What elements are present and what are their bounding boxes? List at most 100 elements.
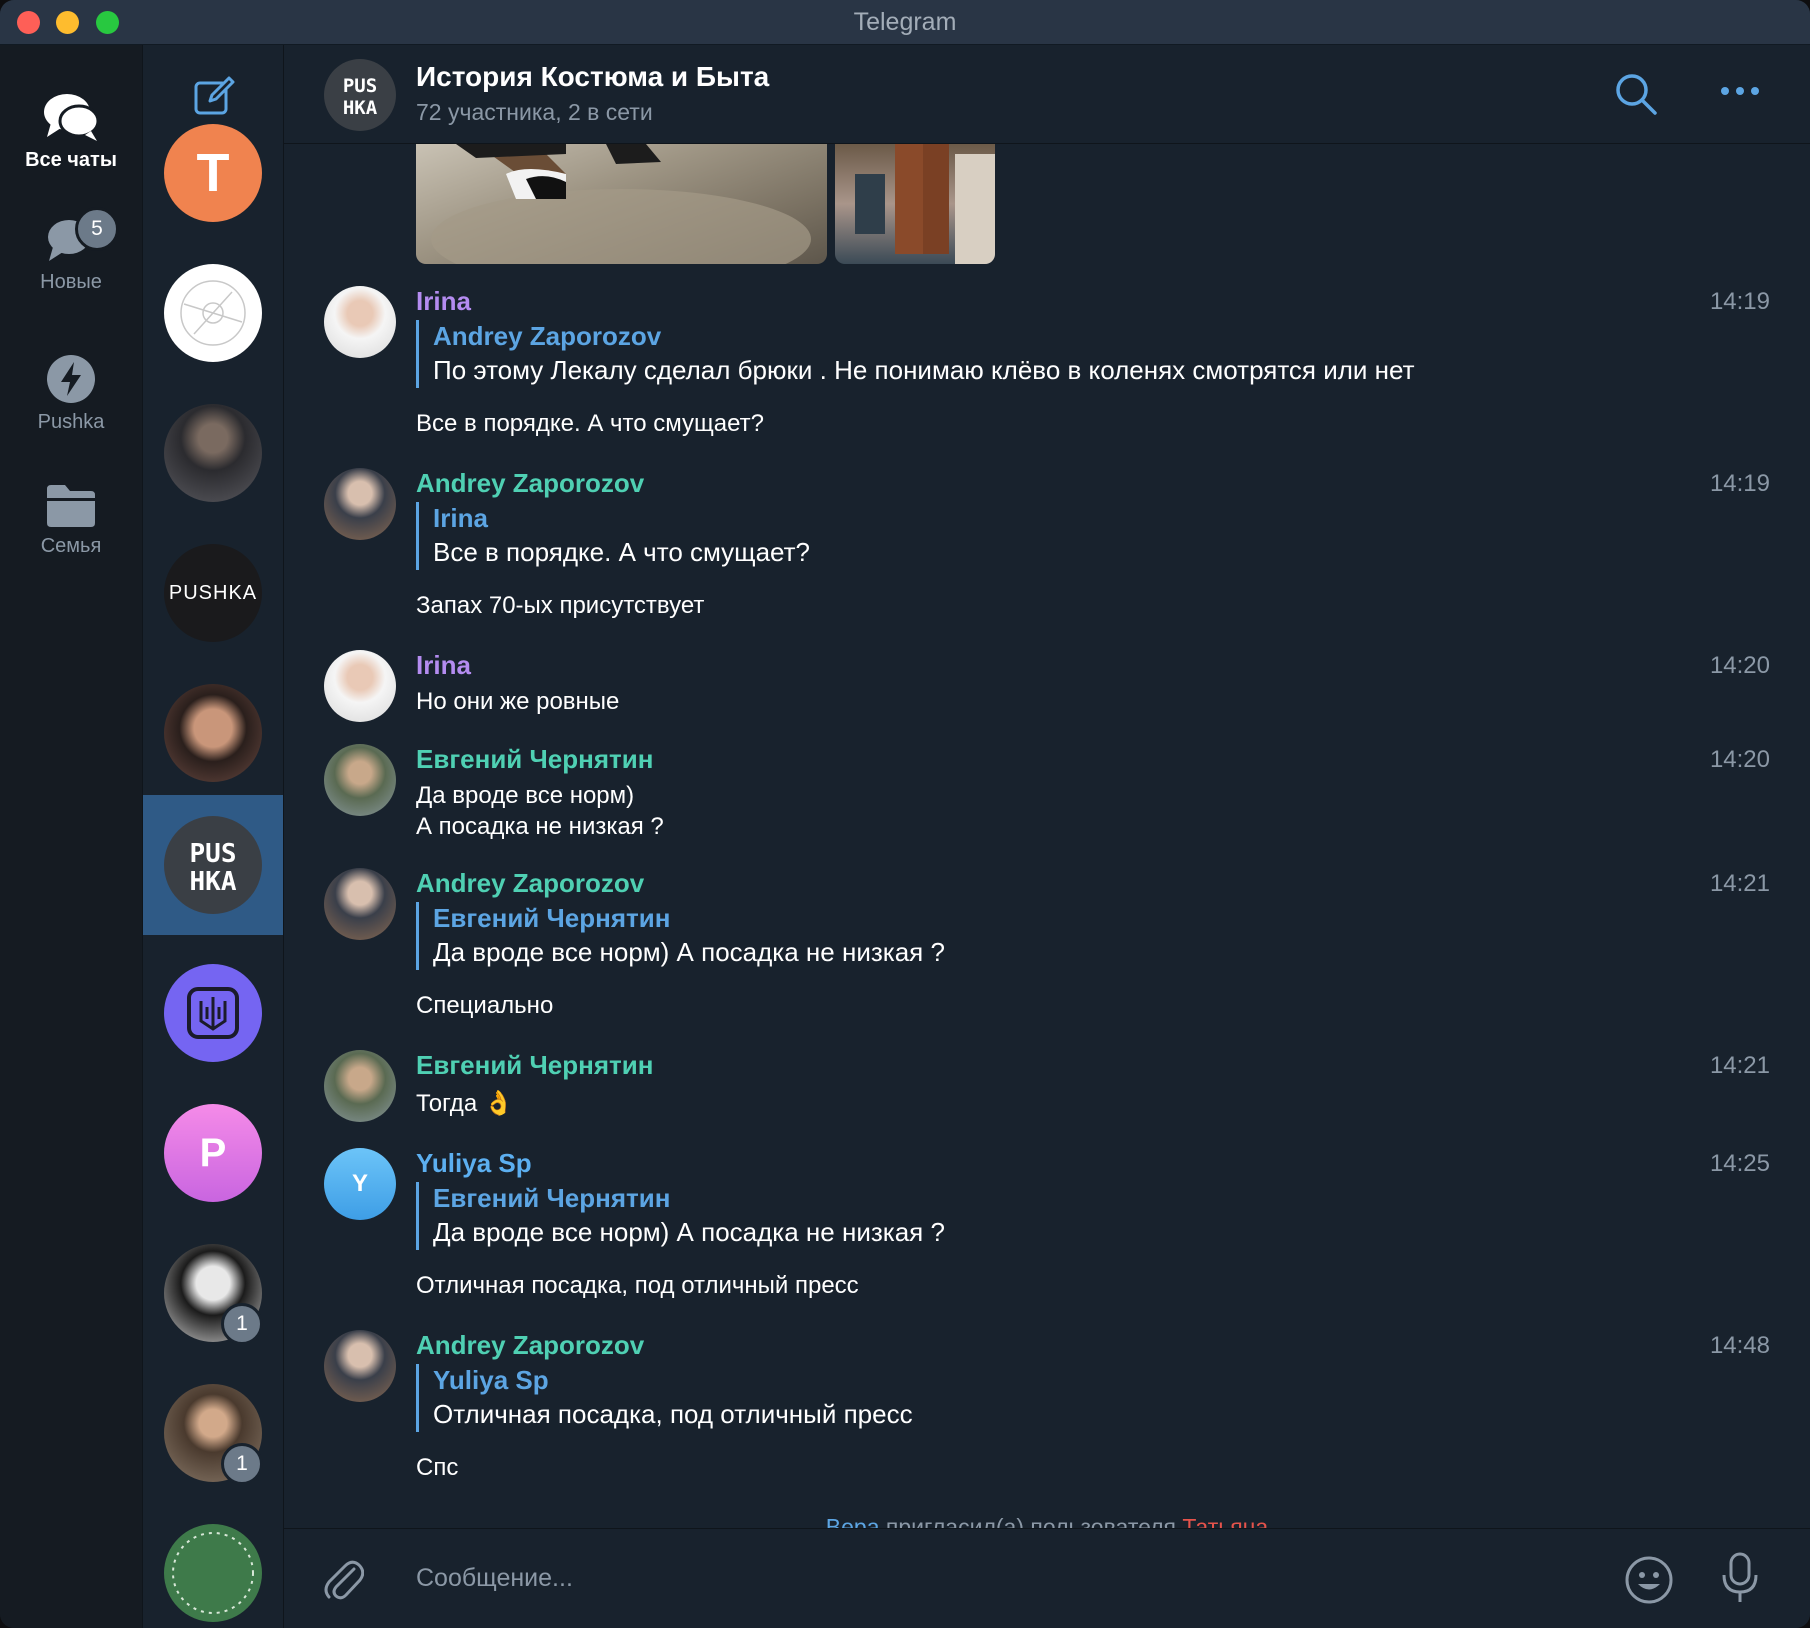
reply-author: Евгений Чернятин xyxy=(433,903,671,933)
reply-quote[interactable]: Andrey Zaporozov По этому Лекалу сделал … xyxy=(416,320,1415,388)
user-avatar[interactable]: Y xyxy=(324,1148,396,1220)
message-input[interactable] xyxy=(414,1553,1518,1603)
message-author[interactable]: Andrey Zaporozov xyxy=(416,868,644,899)
folder-label: Семья xyxy=(40,535,102,557)
chat-subtitle: 72 участника, 2 в сети xyxy=(416,99,653,125)
folder-new[interactable]: 5 Новые xyxy=(0,207,142,294)
message-time: 14:21 xyxy=(1709,870,1770,897)
chat-list-item[interactable] xyxy=(143,943,283,1083)
shoes-photo xyxy=(431,144,811,264)
message-text: Тогда 👌 xyxy=(416,1090,514,1117)
reply-author: Yuliya Sp xyxy=(433,1365,549,1395)
chat-list-item[interactable] xyxy=(143,383,283,523)
reply-quote[interactable]: Евгений Чернятин Да вроде все норм) А по… xyxy=(416,1182,945,1250)
chat-avatar: Т xyxy=(164,124,262,222)
message-text: Запах 70-ых присутствует xyxy=(416,592,705,619)
chat-header: PUS HKA История Костюма и Быта 72 участн… xyxy=(284,45,1810,144)
service-message: Вера пригласил(а) пользователя Татьяна xyxy=(284,1514,1810,1528)
folder-label: Все чаты xyxy=(25,149,117,171)
paperclip-icon[interactable] xyxy=(320,1555,364,1603)
user-avatar[interactable] xyxy=(324,868,396,940)
message-photo[interactable] xyxy=(416,144,827,264)
message-time: 14:25 xyxy=(1709,1150,1770,1177)
telegram-window: Telegram Все чаты 5 Новые Pushka Семья Т… xyxy=(0,0,1810,1628)
title-bar: Telegram xyxy=(0,0,1810,45)
pushka-logo-icon: PUS HKA xyxy=(190,839,237,897)
folder-all-chats[interactable]: Все чаты xyxy=(0,91,142,172)
message-author[interactable]: Irina xyxy=(416,286,471,317)
message-time: 14:19 xyxy=(1709,288,1770,315)
chat-avatar xyxy=(164,1524,262,1622)
window-title: Telegram xyxy=(853,8,957,36)
folders-sidebar: Все чаты 5 Новые Pushka Семья xyxy=(0,45,143,1628)
group-avatar[interactable]: PUS HKA xyxy=(324,59,396,131)
message-author[interactable]: Irina xyxy=(416,650,471,681)
chat-bubbles-icon xyxy=(44,94,100,141)
search-icon[interactable] xyxy=(1614,72,1658,116)
message-text: Отличная посадка, под отличный пресс xyxy=(416,1272,859,1299)
message-time: 14:48 xyxy=(1709,1332,1770,1359)
chat-title[interactable]: История Костюма и Быта xyxy=(416,61,769,93)
message-author[interactable]: Yuliya Sp xyxy=(416,1148,532,1179)
reply-quote[interactable]: Евгений Чернятин Да вроде все норм) А по… xyxy=(416,902,945,970)
circular-logo-icon xyxy=(172,1532,254,1614)
circle-logo-icon xyxy=(180,280,246,346)
more-options-icon[interactable] xyxy=(1720,85,1760,97)
reply-text: По этому Лекалу сделал брюки . Не понима… xyxy=(433,355,1415,385)
chat-list-item[interactable] xyxy=(143,663,283,803)
service-actor[interactable]: Вера xyxy=(826,1514,880,1528)
chat-list-item[interactable]: P xyxy=(143,1083,283,1223)
unread-badge: 1 xyxy=(221,1303,263,1345)
service-target[interactable]: Татьяна xyxy=(1182,1514,1268,1528)
reply-author: Irina xyxy=(433,503,488,533)
reply-quote[interactable]: Yuliya Sp Отличная посадка, под отличный… xyxy=(416,1364,913,1432)
unread-badge: 1 xyxy=(221,1443,263,1485)
reply-author: Евгений Чернятин xyxy=(433,1183,671,1213)
chat-avatar xyxy=(164,684,262,782)
message-photo[interactable] xyxy=(835,144,995,264)
svg-text:PUS: PUS xyxy=(343,75,377,97)
chat-list-item[interactable]: PUSHKA xyxy=(143,523,283,663)
chat-list-item[interactable]: 1 xyxy=(143,1363,283,1503)
chat-avatar: PUS HKA xyxy=(164,816,262,914)
message-author[interactable]: Andrey Zaporozov xyxy=(416,1330,644,1361)
trident-icon xyxy=(187,987,239,1039)
message-author[interactable]: Евгений Чернятин xyxy=(416,1050,653,1081)
message-author[interactable]: Andrey Zaporozov xyxy=(416,468,644,499)
message-composer xyxy=(284,1528,1810,1628)
message-text: Спс xyxy=(416,1454,459,1481)
user-avatar[interactable] xyxy=(324,1050,396,1122)
message-list: Irina 14:19 Andrey Zaporozov По этому Ле… xyxy=(284,144,1810,1528)
emoji-icon[interactable] xyxy=(1624,1555,1674,1605)
message-author[interactable]: Евгений Чернятин xyxy=(416,744,653,775)
unread-badge: 5 xyxy=(75,207,119,251)
folder-label: Новые xyxy=(40,271,102,293)
message-text: Специально xyxy=(416,992,554,1019)
svg-text:HKA: HKA xyxy=(190,867,237,897)
microphone-icon[interactable] xyxy=(1720,1551,1760,1605)
chat-list-item[interactable]: Т xyxy=(143,103,283,243)
user-avatar[interactable] xyxy=(324,286,396,358)
user-avatar[interactable] xyxy=(324,650,396,722)
reply-quote[interactable]: Irina Все в порядке. А что смущает? xyxy=(416,502,810,570)
reply-author: Andrey Zaporozov xyxy=(433,321,662,351)
chat-avatar xyxy=(164,964,262,1062)
user-avatar[interactable] xyxy=(324,744,396,816)
chat-list-item[interactable]: 1 xyxy=(143,1223,283,1363)
user-avatar[interactable] xyxy=(324,1330,396,1402)
message-time: 14:19 xyxy=(1709,470,1770,497)
chat-list: Т PUSHKA PUS HKA P 1 1 xyxy=(143,45,284,1628)
chat-list-item[interactable] xyxy=(143,243,283,383)
pushka-logo-icon: PUS HKA xyxy=(343,75,378,119)
chat-list-item-selected[interactable]: PUS HKA xyxy=(143,795,283,935)
chat-list-item[interactable] xyxy=(143,1503,283,1628)
message-time: 14:20 xyxy=(1709,746,1770,773)
chat-avatar xyxy=(164,264,262,362)
folder-label: Pushka xyxy=(37,411,105,433)
chat-avatar: P xyxy=(164,1104,262,1202)
folder-icon xyxy=(47,485,95,527)
trousers-photo xyxy=(855,144,995,264)
folder-pushka[interactable]: Pushka xyxy=(0,353,142,434)
user-avatar[interactable] xyxy=(324,468,396,540)
folder-family[interactable]: Семья xyxy=(0,483,142,558)
